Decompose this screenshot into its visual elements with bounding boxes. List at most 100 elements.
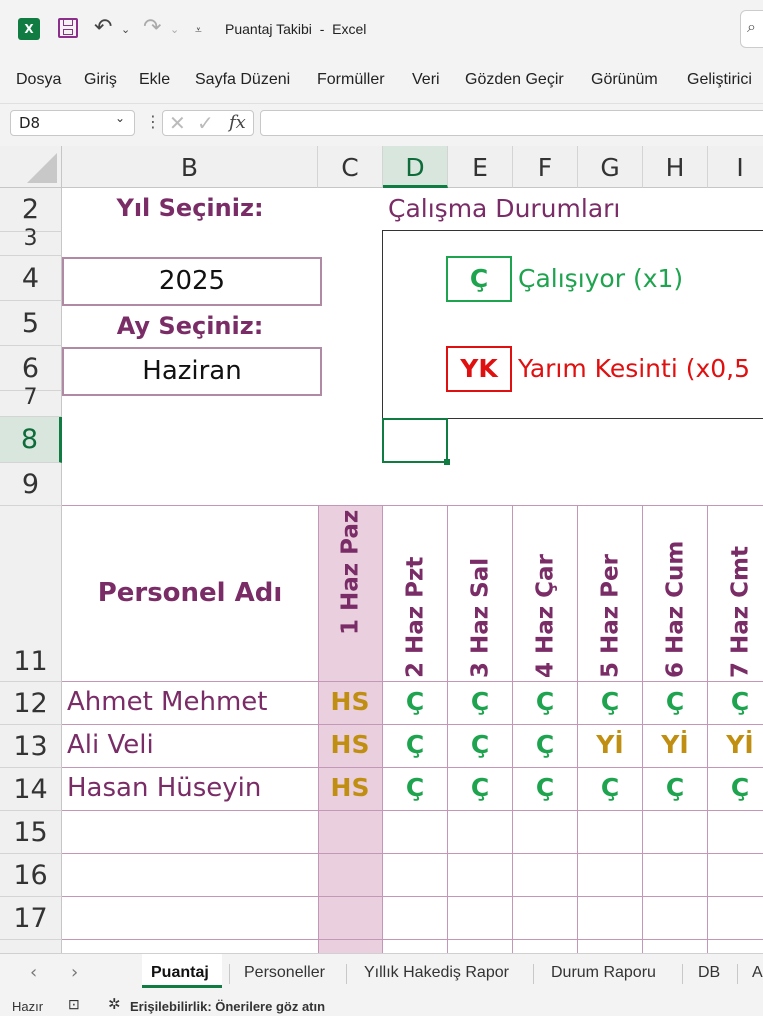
column-header-d[interactable]: D — [383, 146, 448, 188]
formula-bar: D8 ⌄ ⋮ ✕ ✓ fx — [0, 103, 763, 144]
day-header-6: 6 Haz Cum — [643, 510, 708, 678]
column-header-g[interactable]: G — [578, 146, 643, 188]
column-header-b[interactable]: B — [62, 146, 318, 188]
attendance-cell[interactable]: Yİ — [643, 730, 707, 759]
attendance-cell[interactable]: Yİ — [708, 730, 763, 759]
menu-giris[interactable]: Giriş — [84, 71, 117, 89]
attendance-cell[interactable]: Ç — [708, 687, 763, 716]
title-bar: X ↶ ⌄ ↷ ⌄ ⩡ Puantaj Takibi - Excel ⌕ — [0, 0, 763, 60]
ribbon-tabs: Dosya Giriş Ekle Sayfa Düzeni Formüller … — [0, 60, 763, 100]
personnel-name[interactable]: Ahmet Mehmet — [67, 687, 267, 717]
menu-veri[interactable]: Veri — [412, 71, 440, 89]
personnel-name[interactable]: Hasan Hüseyin — [67, 773, 261, 803]
menu-dosya[interactable]: Dosya — [16, 71, 61, 89]
attendance-cell[interactable]: Ç — [643, 687, 707, 716]
sheet-tab-yillik-hakedis-rapor[interactable]: Yıllık Hakediş Rapor — [364, 964, 509, 982]
more-options-icon[interactable]: ⋮ — [145, 112, 161, 131]
attendance-cell[interactable]: Ç — [383, 773, 447, 802]
row-header-14[interactable]: 14 — [0, 768, 62, 811]
sheet-tab-puantaj[interactable]: Puantaj — [151, 964, 209, 982]
menu-gelistirici[interactable]: Geliştirici — [687, 71, 752, 89]
row-header-16[interactable]: 16 — [0, 854, 62, 897]
attendance-cell[interactable]: Ç — [448, 773, 512, 802]
attendance-cell[interactable]: Ç — [708, 773, 763, 802]
formula-input[interactable] — [260, 110, 763, 136]
attendance-cell[interactable]: Ç — [383, 730, 447, 759]
table-line-14 — [62, 810, 763, 811]
attendance-cell[interactable]: Ç — [578, 773, 642, 802]
attendance-cell[interactable]: HS — [318, 687, 382, 716]
attendance-cell[interactable]: HS — [318, 773, 382, 802]
row-header-8[interactable]: 8 — [0, 417, 62, 463]
enter-icon[interactable]: ✓ — [197, 111, 214, 135]
row-header-3[interactable]: 3 — [0, 228, 62, 256]
table-line-17 — [62, 939, 763, 940]
sheet-tab-a[interactable]: A — [752, 964, 763, 982]
save-icon[interactable] — [58, 18, 78, 38]
redo-dropdown-icon[interactable]: ⌄ — [170, 19, 179, 41]
attendance-cell[interactable]: Ç — [448, 687, 512, 716]
active-cell-d8[interactable] — [382, 418, 448, 463]
worksheet-grid[interactable]: B C D E F G H I 2 3 4 5 6 7 8 9 11 12 13… — [0, 146, 763, 953]
attendance-cell[interactable]: Ç — [578, 687, 642, 716]
macro-record-icon[interactable]: ⊡ — [68, 996, 80, 1013]
day-header-3-label: 3 Haz Sal — [467, 557, 494, 678]
menu-gorunum[interactable]: Görünüm — [591, 71, 658, 89]
row-header-5[interactable]: 5 — [0, 301, 62, 346]
customize-qat-icon[interactable]: ⩡ — [195, 19, 202, 41]
accessibility-status[interactable]: Erişilebilirlik: Önerilere göz atın — [130, 999, 325, 1014]
select-all-corner[interactable] — [0, 146, 62, 188]
menu-gozden-gecir[interactable]: Gözden Geçir — [465, 71, 564, 89]
row-header-4[interactable]: 4 — [0, 256, 62, 301]
attendance-cell[interactable]: Ç — [513, 773, 577, 802]
chevron-down-icon[interactable]: ⌄ — [115, 111, 125, 125]
row-header-17[interactable]: 17 — [0, 897, 62, 940]
sheet-tab-durum-raporu[interactable]: Durum Raporu — [551, 964, 656, 982]
column-header-i[interactable]: I — [708, 146, 763, 188]
search-icon: ⌕ — [747, 17, 756, 36]
formula-buttons: ✕ ✓ fx — [162, 110, 254, 136]
column-header-h[interactable]: H — [643, 146, 708, 188]
fill-handle[interactable] — [444, 459, 450, 465]
legend-title: Çalışma Durumları — [388, 194, 621, 223]
personnel-name-header: Personel Adı — [97, 578, 283, 608]
attendance-cell[interactable]: Ç — [513, 730, 577, 759]
row-header-15[interactable]: 15 — [0, 811, 62, 854]
column-header-f[interactable]: F — [513, 146, 578, 188]
attendance-cell[interactable]: Ç — [448, 730, 512, 759]
chevron-right-icon[interactable]: › — [71, 962, 78, 983]
tab-separator — [346, 964, 347, 984]
cancel-icon[interactable]: ✕ — [169, 111, 186, 135]
search-box[interactable]: ⌕ — [740, 10, 763, 48]
undo-dropdown-icon[interactable]: ⌄ — [121, 19, 130, 41]
row-header-7[interactable]: 7 — [0, 387, 62, 417]
accessibility-icon[interactable]: ✲ — [108, 995, 121, 1013]
row-header-9[interactable]: 9 — [0, 463, 62, 506]
personnel-name[interactable]: Ali Veli — [67, 730, 154, 760]
sheet-tab-db[interactable]: DB — [698, 964, 720, 982]
insert-function-icon[interactable]: fx — [229, 112, 246, 133]
excel-icon: X — [18, 18, 40, 40]
row-header-13[interactable]: 13 — [0, 725, 62, 768]
day-header-5-label: 5 Haz Per — [597, 554, 624, 678]
attendance-cell[interactable]: Ç — [643, 773, 707, 802]
column-header-c[interactable]: C — [318, 146, 383, 188]
row-header-11[interactable]: 11 — [0, 506, 62, 682]
column-header-e[interactable]: E — [448, 146, 513, 188]
window-title: Puantaj Takibi - Excel — [225, 21, 367, 37]
undo-icon[interactable]: ↶ — [94, 17, 112, 39]
sheet-tab-personeller[interactable]: Personeller — [244, 964, 325, 982]
chevron-left-icon[interactable]: ‹ — [30, 962, 37, 983]
redo-icon[interactable]: ↷ — [143, 17, 161, 39]
year-select[interactable]: 2025 — [62, 257, 322, 306]
attendance-cell[interactable]: Ç — [383, 687, 447, 716]
attendance-cell[interactable]: HS — [318, 730, 382, 759]
menu-formuller[interactable]: Formüller — [317, 71, 385, 89]
month-select[interactable]: Haziran — [62, 347, 322, 396]
menu-sayfa-duzeni[interactable]: Sayfa Düzeni — [195, 71, 290, 89]
row-header-18[interactable] — [0, 940, 62, 953]
attendance-cell[interactable]: Ç — [513, 687, 577, 716]
attendance-cell[interactable]: Yİ — [578, 730, 642, 759]
row-header-12[interactable]: 12 — [0, 682, 62, 725]
menu-ekle[interactable]: Ekle — [139, 71, 170, 89]
